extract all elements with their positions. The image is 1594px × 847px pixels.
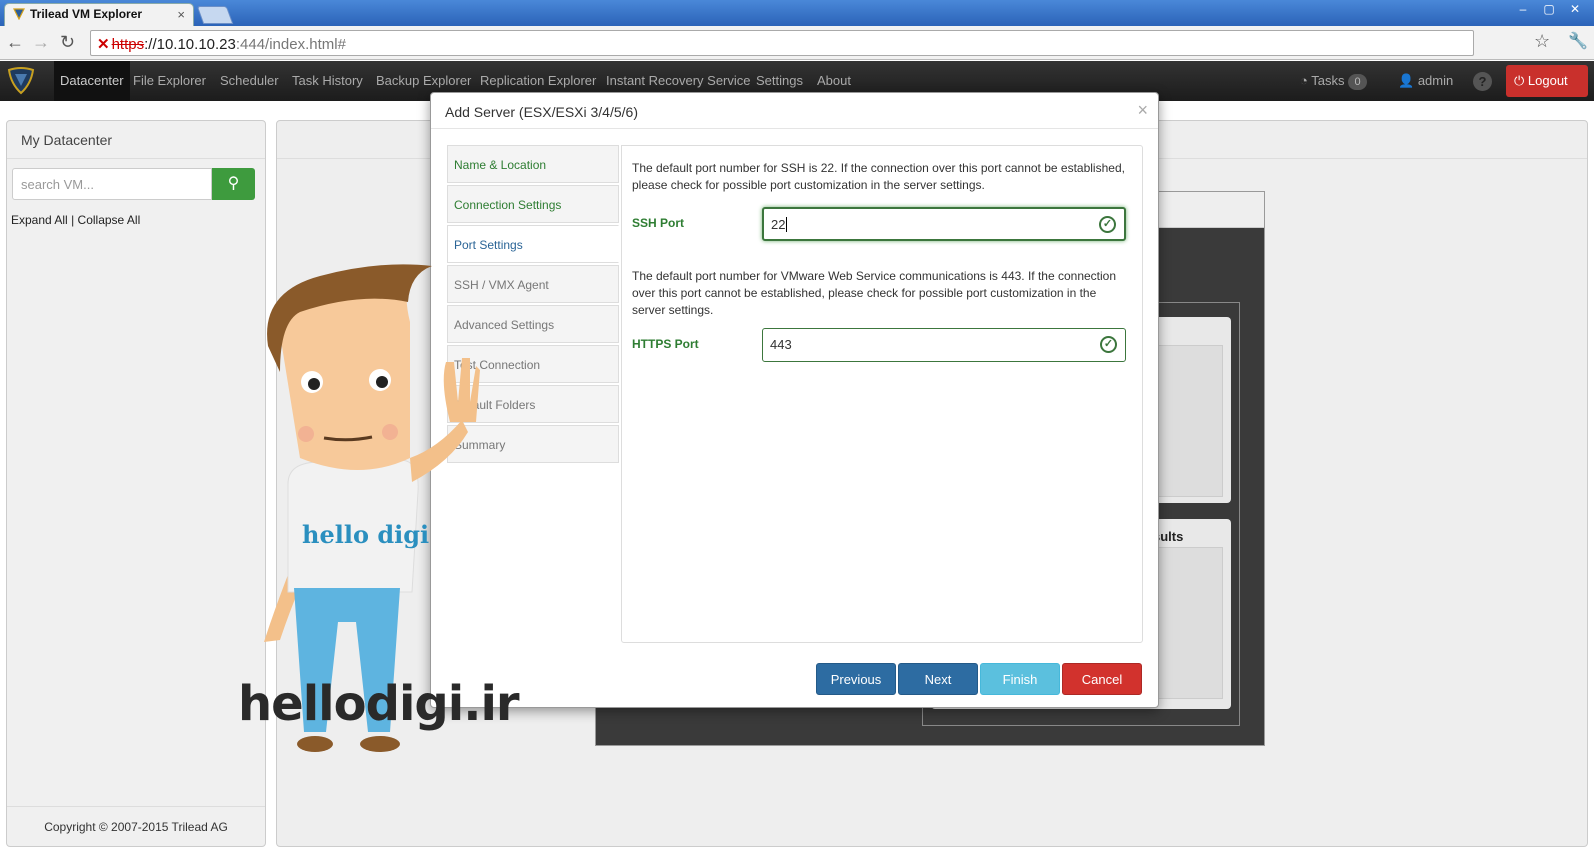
- https-port-description: The default port number for VMware Web S…: [632, 269, 1117, 317]
- tasks-label: Tasks: [1311, 73, 1345, 88]
- text-cursor: [786, 217, 788, 232]
- address-bar[interactable]: ✕ https://10.10.10.23:444/index.html#: [90, 30, 1474, 56]
- forward-arrow-icon[interactable]: →: [32, 32, 50, 53]
- finish-button[interactable]: Finish: [980, 663, 1060, 695]
- next-button[interactable]: Next: [898, 663, 978, 695]
- ssh-port-description: The default port number for SSH is 22. I…: [632, 161, 1125, 192]
- step-connection-settings[interactable]: Connection Settings: [447, 185, 619, 223]
- datacenter-panel: My Datacenter search VM... ⚲ Expand All …: [6, 120, 266, 847]
- bookmark-star-icon[interactable]: ☆: [1534, 31, 1550, 52]
- valid-check-icon: ✓: [1099, 216, 1116, 233]
- datacenter-title: My Datacenter: [7, 121, 265, 159]
- cancel-button[interactable]: Cancel: [1062, 663, 1142, 695]
- url-scheme: https: [111, 36, 145, 53]
- reload-icon[interactable]: ↻: [60, 32, 75, 53]
- copyright-footer: Copyright © 2007-2015 Trilead AG: [7, 806, 265, 846]
- power-icon: ⏻: [1514, 73, 1528, 88]
- help-icon[interactable]: ?: [1473, 72, 1492, 91]
- logout-button[interactable]: ⏻ Logout: [1506, 65, 1588, 97]
- step-port-settings[interactable]: Port Settings: [447, 225, 619, 263]
- tab-close-icon[interactable]: ×: [177, 7, 185, 22]
- user-name: admin: [1417, 73, 1454, 88]
- https-port-input[interactable]: 443 ✓: [762, 328, 1126, 362]
- ssh-port-label: SSH Port: [632, 216, 685, 230]
- ssh-port-value: 22: [771, 217, 786, 232]
- https-port-label: HTTPS Port: [632, 337, 699, 351]
- url-host: ://10.10.10.23: [144, 36, 236, 53]
- tasks-count-badge: 0: [1348, 74, 1367, 90]
- tasks-gauge-icon: ◔: [1300, 73, 1312, 88]
- nav-scheduler[interactable]: Scheduler: [214, 61, 285, 101]
- expand-collapse-links: Expand All | Collapse All: [11, 213, 140, 227]
- nav-datacenter[interactable]: Datacenter: [54, 61, 130, 101]
- collapse-all-link[interactable]: Collapse All: [78, 213, 141, 227]
- user-icon: 👤: [1398, 73, 1418, 88]
- browser-tab[interactable]: Trilead VM Explorer ×: [4, 3, 194, 26]
- expand-all-link[interactable]: Expand All: [11, 213, 68, 227]
- step-name-location[interactable]: Name & Location: [447, 145, 619, 183]
- minimize-icon[interactable]: –: [1510, 0, 1536, 18]
- link-separator: |: [71, 213, 75, 227]
- back-arrow-icon[interactable]: ←: [6, 32, 24, 53]
- https-port-value: 443: [770, 337, 792, 352]
- search-vm-input[interactable]: search VM...: [12, 168, 212, 200]
- watermark-site-text: hellodigi.ir: [238, 676, 520, 732]
- modal-title: Add Server (ESX/ESXi 3/4/5/6): [445, 104, 638, 120]
- tab-title: Trilead VM Explorer: [30, 7, 143, 21]
- nav-file-explorer[interactable]: File Explorer: [127, 61, 212, 101]
- watermark-shirt-text: hello digi: [302, 520, 430, 549]
- search-button[interactable]: ⚲: [212, 168, 255, 200]
- valid-check-icon: ✓: [1100, 336, 1117, 353]
- ssh-port-input[interactable]: 22 ✓: [762, 207, 1126, 241]
- modal-close-icon[interactable]: ×: [1137, 100, 1148, 121]
- tasks-button[interactable]: ◔ Tasks 0: [1300, 61, 1367, 101]
- user-menu[interactable]: 👤 admin: [1398, 61, 1453, 101]
- vm-explorer-favicon-icon: [13, 8, 25, 20]
- wrench-menu-icon[interactable]: 🔧: [1568, 31, 1588, 51]
- search-icon: ⚲: [227, 175, 240, 192]
- add-server-modal: Add Server (ESX/ESXi 3/4/5/6) × Name & L…: [430, 92, 1159, 708]
- browser-titlebar: Trilead VM Explorer × – ▢ ✕: [0, 0, 1594, 26]
- insecure-x-icon: ✕: [97, 36, 110, 53]
- port-settings-content: The default port number for SSH is 22. I…: [621, 145, 1143, 643]
- trilead-logo-icon: [7, 67, 35, 95]
- window-controls: – ▢ ✕: [1510, 0, 1588, 18]
- close-window-icon[interactable]: ✕: [1562, 0, 1588, 18]
- modal-header: Add Server (ESX/ESXi 3/4/5/6) ×: [431, 93, 1158, 129]
- previous-button[interactable]: Previous: [816, 663, 896, 695]
- url-path: :444/index.html#: [235, 36, 346, 53]
- nav-task-history[interactable]: Task History: [286, 61, 369, 101]
- maximize-icon[interactable]: ▢: [1536, 0, 1562, 18]
- logout-label: Logout: [1527, 73, 1568, 88]
- new-tab-button[interactable]: [196, 6, 234, 24]
- browser-toolbar: ← → ↻ ✕ https://10.10.10.23:444/index.htm…: [0, 26, 1594, 60]
